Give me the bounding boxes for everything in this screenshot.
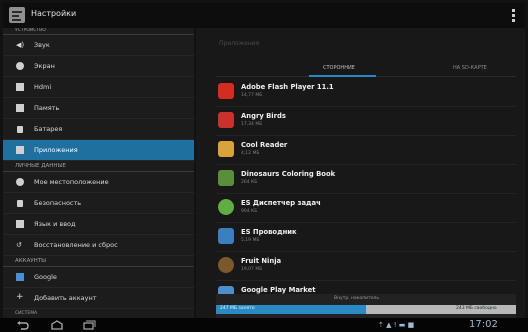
sidebar-item-backup[interactable]: ↺ Восстановление и сброс [3, 235, 194, 256]
brightness-icon [16, 62, 24, 70]
action-bar: Настройки [3, 3, 525, 28]
app-name: Fruit Ninja [241, 257, 282, 265]
apps-panel: Приложения СТОРОННИЕ НА SD-КАРТЕ Adobe F… [196, 28, 525, 318]
plus-icon: + [16, 292, 24, 302]
list-item[interactable]: ES Проводник 5,19 МБ [216, 223, 516, 252]
overflow-dot [512, 14, 515, 17]
home-icon[interactable] [50, 320, 64, 330]
sidebar-item-display[interactable]: Экран [3, 56, 194, 77]
app-filter-tabs: СТОРОННИЕ НА SD-КАРТЕ [196, 62, 525, 77]
settings-app-icon-bar [12, 15, 19, 17]
list-item[interactable]: Cool Reader 4,12 МБ [216, 136, 516, 165]
settings-app-icon-bar [12, 11, 22, 13]
sidebar-item-apps[interactable]: Приложения [3, 140, 194, 161]
app-list[interactable]: Adobe Flash Player 11.1 14,77 МБ Angry B… [216, 78, 516, 298]
settings-app-icon-bar [12, 19, 21, 21]
list-item[interactable]: Angry Birds 17,34 МБ [216, 107, 516, 136]
sidebar-item-label: Google [34, 273, 57, 281]
sidebar-item-label: Память [34, 104, 60, 112]
section-header-accounts: АККАУНТЫ [3, 256, 194, 267]
storage-used-text: 247 МБ занято [220, 306, 255, 311]
keyboard-icon [16, 220, 24, 228]
sidebar-item-battery[interactable]: Батарея [3, 119, 194, 140]
app-name: Cool Reader [241, 141, 288, 149]
settings-app-icon[interactable] [9, 7, 25, 23]
sidebar-item-label: Добавить аккаунт [34, 294, 97, 302]
cool-reader-icon [218, 141, 234, 157]
storage-usage: Внутр. накопитель 247 МБ занято 243 МБ с… [216, 294, 516, 318]
overflow-menu-icon[interactable] [512, 9, 515, 22]
storage-label: Внутр. накопитель [334, 296, 379, 301]
sidebar-item-location[interactable]: Мое местоположение [3, 172, 194, 193]
es-task-manager-icon [218, 199, 234, 215]
tab-indicator [309, 75, 376, 77]
storage-icon [16, 104, 24, 112]
section-header-device: УСТРОЙСТВО [3, 28, 194, 35]
storage-free-text: 243 МБ свободно [456, 306, 497, 311]
hdmi-icon [16, 83, 24, 91]
app-size: 5,19 МБ [241, 238, 260, 243]
sidebar-item-label: Мое местоположение [34, 178, 109, 186]
app-name: Dinosaurs Coloring Book [241, 170, 336, 178]
list-item[interactable]: ES Диспетчер задач 904 КБ [216, 194, 516, 223]
system-bar: ⇡ ▲ ! ▬ ■ 17:02 [0, 318, 528, 332]
list-item[interactable]: Dinosaurs Coloring Book 264 КБ [216, 165, 516, 194]
app-size: 14,77 МБ [241, 93, 263, 98]
app-name: ES Диспетчер задач [241, 199, 321, 207]
app-name: Adobe Flash Player 11.1 [241, 83, 334, 91]
panel-title: Приложения [219, 40, 260, 47]
overflow-dot [512, 19, 515, 22]
app-size: 264 КБ [241, 180, 258, 185]
sidebar-item-label: Безопасность [34, 199, 82, 207]
dinosaurs-icon [218, 170, 234, 186]
sidebar-item-label: Звук [34, 41, 50, 49]
app-size: 17,34 МБ [241, 122, 263, 127]
status-icons: ⇡ ▲ ! ▬ ■ [378, 321, 415, 329]
app-name: Angry Birds [241, 112, 286, 120]
sidebar-item-label: Восстановление и сброс [34, 241, 118, 249]
sidebar-item-sound[interactable]: ◀) Звук [3, 35, 194, 56]
section-header-personal: ЛИЧНЫЕ ДАННЫЕ [3, 161, 194, 172]
app-name: Google Play Market [241, 286, 316, 294]
section-header-system: СИСТЕМА [15, 311, 38, 316]
app-size: 19,07 МБ [241, 267, 263, 272]
angry-birds-icon [218, 112, 234, 128]
list-item[interactable]: Adobe Flash Player 11.1 14,77 МБ [216, 78, 516, 107]
lock-icon [17, 200, 23, 207]
clock: 17:02 [469, 319, 498, 330]
speaker-icon: ◀) [16, 41, 25, 49]
sidebar-item-label: Язык и ввод [34, 220, 76, 228]
tab-sd-card[interactable]: НА SD-КАРТЕ [453, 65, 487, 71]
list-item[interactable]: Fruit Ninja 19,07 МБ [216, 252, 516, 281]
settings-sidebar: УСТРОЙСТВО ◀) Звук Экран Hdmi Память Бат… [3, 28, 194, 318]
sidebar-item-label: Hdmi [34, 83, 52, 91]
sidebar-item-hdmi[interactable]: Hdmi [3, 77, 194, 98]
overflow-dot [512, 9, 515, 12]
app-name: ES Проводник [241, 228, 297, 236]
back-icon[interactable] [16, 320, 30, 330]
tab-third-party[interactable]: СТОРОННИЕ [323, 65, 355, 71]
restore-icon: ↺ [16, 241, 22, 249]
sidebar-item-storage[interactable]: Память [3, 98, 194, 119]
sidebar-item-label: Приложения [34, 146, 78, 154]
es-file-explorer-icon [218, 228, 234, 244]
location-icon [16, 178, 24, 186]
app-size: 904 КБ [241, 209, 258, 214]
page-title: Настройки [31, 9, 77, 18]
sidebar-item-language[interactable]: Язык и ввод [3, 214, 194, 235]
sidebar-item-google[interactable]: Google [3, 267, 194, 288]
settings-screen: Настройки УСТРОЙСТВО ◀) Звук Экран Hdmi … [0, 0, 528, 332]
sidebar-item-add-account[interactable]: + Добавить аккаунт [3, 288, 194, 309]
sidebar-item-label: Батарея [34, 125, 63, 133]
apps-icon [16, 146, 24, 154]
flash-player-icon [218, 83, 234, 99]
sidebar-item-label: Экран [34, 62, 55, 70]
sidebar-item-security[interactable]: Безопасность [3, 193, 194, 214]
recent-apps-icon[interactable] [82, 320, 96, 330]
fruit-ninja-icon [218, 257, 234, 273]
google-icon [16, 273, 24, 281]
battery-icon [17, 126, 23, 133]
app-size: 4,12 МБ [241, 151, 260, 156]
